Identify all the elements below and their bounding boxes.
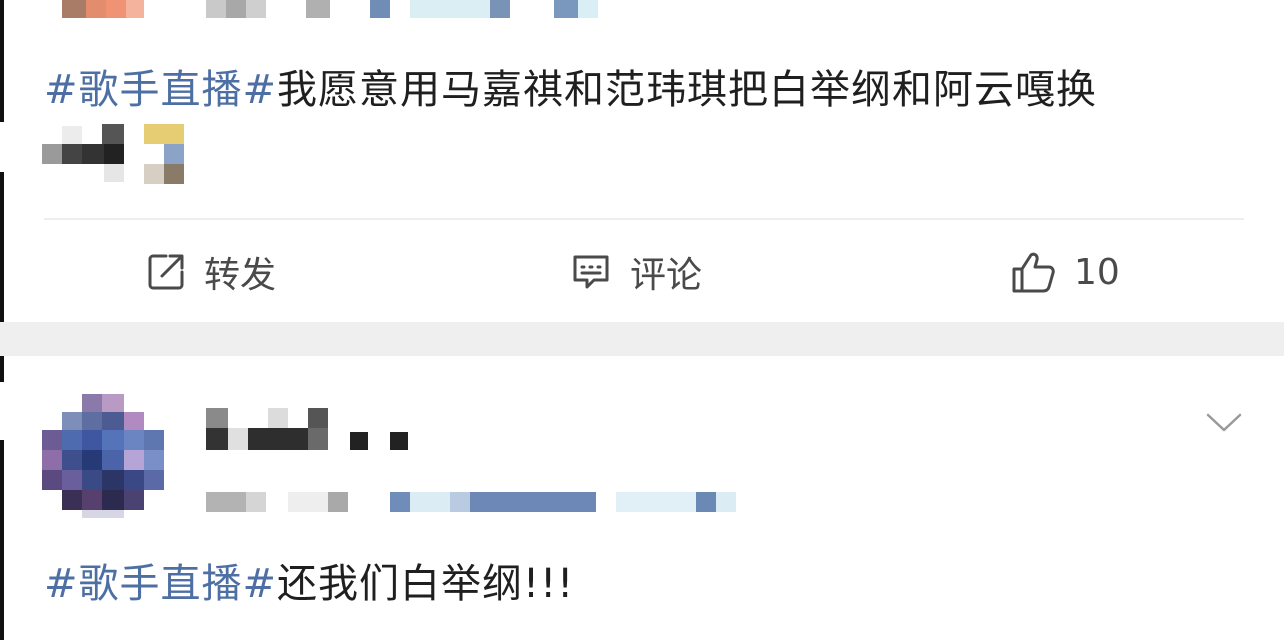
- post1-text: 我愿意用马嘉祺和范玮琪把白举纲和阿云嘎换: [277, 67, 1098, 113]
- repost-icon: [146, 252, 186, 292]
- repost-label: 转发: [204, 255, 277, 296]
- comment-button[interactable]: 评论: [570, 244, 702, 300]
- comment-icon: [570, 252, 612, 292]
- post2-content: #歌手直播#还我们白举纲!!!: [44, 560, 574, 608]
- left-edge-mark: [0, 0, 4, 122]
- like-count: 10: [1074, 251, 1120, 293]
- post1-content: #歌手直播#我愿意用马嘉祺和范玮琪把白举纲和阿云嘎换: [44, 66, 1097, 114]
- left-edge-mark: [0, 440, 4, 640]
- post2-hashtag[interactable]: #歌手直播#: [44, 561, 277, 607]
- comment-label: 评论: [630, 255, 703, 296]
- thumbs-up-icon: [1010, 250, 1056, 294]
- post2-text: 还我们白举纲!!!: [277, 561, 575, 607]
- repost-button[interactable]: 转发: [146, 244, 276, 300]
- post1-hashtag[interactable]: #歌手直播#: [44, 67, 277, 113]
- like-button[interactable]: 10: [1010, 244, 1120, 300]
- post1-divider: [44, 218, 1244, 220]
- post-separator: [0, 322, 1284, 356]
- more-options-button[interactable]: [1205, 410, 1243, 438]
- chevron-down-icon: [1205, 413, 1243, 438]
